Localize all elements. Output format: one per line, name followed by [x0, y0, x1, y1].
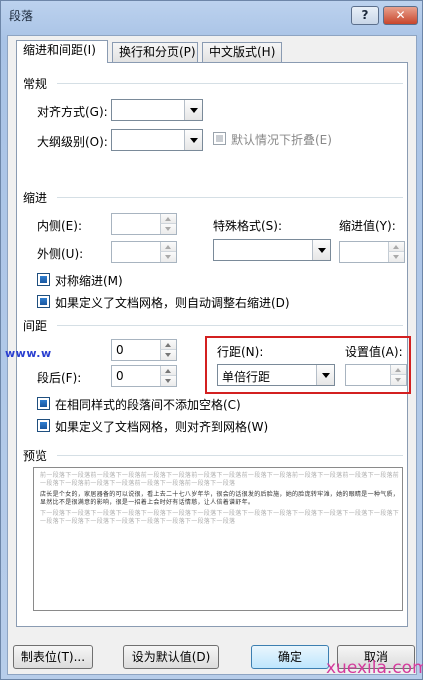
auto-adjust-indent-label: 如果定义了文档网格，则自动调整右缩进(D) — [55, 296, 290, 310]
tab-asian-typography[interactable]: 中文版式(H) — [202, 42, 282, 62]
tabs-button[interactable]: 制表位(T)... — [13, 645, 93, 669]
section-preview: 预览 — [23, 449, 48, 463]
no-space-same-style-label: 在相同样式的段落间不添加空格(C) — [55, 398, 241, 412]
section-general: 常规 — [23, 77, 48, 91]
divider — [57, 325, 403, 326]
help-button[interactable]: ? — [351, 6, 379, 25]
preview-pane: 前一段落下一段落前一段落下一段落前一段落下一段落前一段落下一段落前一段落下一段落… — [33, 467, 403, 611]
special-format-label: 特殊格式(S): — [213, 219, 283, 233]
divider — [57, 83, 403, 84]
watermark-left: www.w — [5, 347, 52, 360]
outline-level-label: 大纲级别(O): — [37, 135, 108, 149]
no-space-same-style-checkbox[interactable] — [37, 397, 50, 410]
snap-to-grid-label: 如果定义了文档网格，则对齐到网格(W) — [55, 420, 269, 434]
snap-to-grid-checkbox[interactable] — [37, 419, 50, 432]
inside-indent-spinner[interactable] — [111, 213, 177, 235]
tab-indent-spacing[interactable]: 缩进和间距(I) — [16, 40, 108, 63]
spacing-before-spinner[interactable]: 0 — [111, 339, 177, 361]
inside-label: 内侧(E): — [37, 219, 82, 233]
title-bar: 段落 ? ✕ — [1, 1, 422, 29]
divider — [57, 197, 403, 198]
alignment-select[interactable] — [111, 99, 203, 121]
indent-by-spinner[interactable] — [339, 241, 405, 263]
close-button[interactable]: ✕ — [383, 6, 418, 25]
tab-line-page-breaks[interactable]: 换行和分页(P) — [112, 42, 198, 62]
spacing-after-label: 段后(F): — [37, 371, 82, 385]
paragraph-dialog: 段落 ? ✕ 缩进和间距(I) 换行和分页(P) 中文版式(H) 常规 对齐方式… — [0, 0, 423, 680]
collapsed-default-label: 默认情况下折叠(E) — [231, 133, 332, 147]
chevron-down-icon — [184, 100, 202, 120]
alignment-label: 对齐方式(G): — [37, 105, 108, 119]
collapsed-default-checkbox[interactable] — [213, 132, 226, 145]
set-default-button[interactable]: 设为默认值(D) — [123, 645, 219, 669]
outside-indent-spinner[interactable] — [111, 241, 177, 263]
chevron-down-icon — [312, 240, 330, 260]
outline-level-select[interactable] — [111, 129, 203, 151]
mirror-indents-label: 对称缩进(M) — [55, 274, 123, 288]
auto-adjust-indent-checkbox[interactable] — [37, 295, 50, 308]
outside-label: 外侧(U): — [37, 247, 84, 261]
highlight-box — [205, 336, 411, 394]
special-format-select[interactable] — [213, 239, 331, 261]
mirror-indents-checkbox[interactable] — [37, 273, 50, 286]
spacing-after-spinner[interactable]: 0 — [111, 365, 177, 387]
section-spacing: 间距 — [23, 319, 48, 333]
indent-by-label: 缩进值(Y): — [339, 219, 396, 233]
section-indentation: 缩进 — [23, 191, 48, 205]
ok-button[interactable]: 确定 — [251, 645, 329, 669]
preview-text: 前一段落下一段落前一段落下一段落前一段落下一段落前一段落下一段落前一段落下一段落… — [40, 472, 400, 525]
chevron-down-icon — [184, 130, 202, 150]
dialog-title: 段落 — [9, 9, 34, 23]
divider — [57, 455, 403, 456]
watermark-right: xuexila.com — [326, 658, 423, 678]
